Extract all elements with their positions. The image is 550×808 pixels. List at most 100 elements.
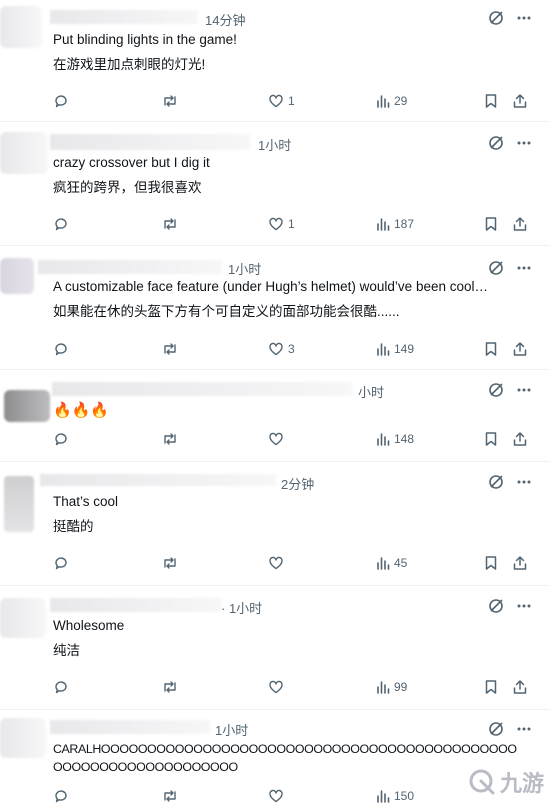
more-options-icon[interactable]: [516, 10, 532, 26]
share-button[interactable]: [512, 431, 528, 447]
grok-icon[interactable]: [488, 382, 504, 398]
timestamp[interactable]: 14分钟: [205, 10, 245, 29]
reply-post[interactable]: 1小时 crazy crossover but I dig it 疯狂的跨界，但…: [0, 122, 550, 246]
more-options-icon[interactable]: [516, 598, 532, 614]
more-options-icon[interactable]: [516, 135, 532, 151]
grok-icon[interactable]: [488, 721, 504, 737]
like-button[interactable]: 1: [268, 216, 295, 232]
share-button[interactable]: [512, 341, 528, 357]
avatar[interactable]: [0, 718, 46, 758]
share-icon: [513, 94, 527, 108]
repost-button[interactable]: [161, 788, 179, 804]
like-button[interactable]: [268, 555, 288, 571]
views-icon: [377, 790, 390, 803]
share-button[interactable]: [512, 216, 528, 232]
reply-button[interactable]: [53, 555, 69, 571]
timestamp[interactable]: · 1小时: [221, 598, 262, 617]
author-name[interactable]: [50, 720, 210, 734]
grok-icon[interactable]: [488, 474, 504, 490]
author-name[interactable]: [50, 10, 198, 24]
views-button[interactable]: 187: [376, 216, 414, 232]
avatar[interactable]: [0, 598, 46, 638]
views-button[interactable]: 148: [376, 431, 414, 447]
more-options-icon[interactable]: [516, 721, 532, 737]
reply-button[interactable]: [53, 216, 69, 232]
author-name[interactable]: [50, 134, 250, 150]
like-button[interactable]: 1: [268, 93, 295, 109]
repost-button[interactable]: [161, 679, 179, 695]
grok-icon[interactable]: [488, 598, 504, 614]
post-actions: 148: [0, 431, 550, 451]
share-button[interactable]: [512, 555, 528, 571]
reply-button[interactable]: [53, 679, 69, 695]
like-button[interactable]: [268, 679, 288, 695]
author-name[interactable]: [50, 598, 222, 612]
reply-post[interactable]: 2分钟 That’s cool 挺酷的 45: [0, 462, 550, 586]
views-button[interactable]: 29: [376, 93, 407, 109]
bookmark-button[interactable]: [484, 679, 498, 695]
grok-icon[interactable]: [488, 10, 504, 26]
views-button[interactable]: 99: [376, 679, 407, 695]
reply-feed: 14分钟 Put blinding lights in the game! 在游…: [0, 0, 550, 806]
more-options-icon[interactable]: [516, 260, 532, 276]
reply-post[interactable]: 14分钟 Put blinding lights in the game! 在游…: [0, 0, 550, 122]
bookmark-button[interactable]: [484, 341, 498, 357]
views-button[interactable]: 150: [376, 788, 414, 804]
like-button[interactable]: 3: [268, 341, 295, 357]
post-text-line: That’s cool: [53, 494, 119, 509]
reply-button[interactable]: [53, 788, 69, 804]
view-count: 149: [394, 342, 415, 356]
timestamp[interactable]: 1小时: [258, 135, 291, 154]
reply-button[interactable]: [53, 93, 69, 109]
repost-icon: [164, 218, 176, 230]
bookmark-button[interactable]: [484, 216, 498, 232]
views-button[interactable]: 149: [376, 341, 414, 357]
post-text-line: crazy crossover but I dig it: [53, 155, 210, 170]
views-button[interactable]: 45: [376, 555, 407, 571]
avatar[interactable]: [0, 132, 48, 174]
share-button[interactable]: [512, 679, 528, 695]
repost-button[interactable]: [161, 216, 179, 232]
view-count: 187: [394, 217, 415, 231]
reply-button[interactable]: [53, 431, 69, 447]
bookmark-button[interactable]: [484, 431, 498, 447]
timestamp[interactable]: 1小时: [228, 259, 261, 278]
watermark-text: 九游: [499, 772, 544, 797]
repost-icon: [164, 557, 176, 569]
repost-button[interactable]: [161, 341, 179, 357]
avatar[interactable]: [4, 476, 34, 532]
post-text-line: 纯洁: [53, 643, 80, 658]
author-name[interactable]: [40, 474, 276, 486]
timestamp[interactable]: 1小时: [215, 720, 248, 739]
reply-post[interactable]: 小时 🔥🔥🔥 148: [0, 370, 550, 462]
like-button[interactable]: [268, 431, 288, 447]
share-button[interactable]: [512, 93, 528, 109]
repost-button[interactable]: [161, 431, 179, 447]
post-actions: 1 187: [0, 216, 550, 236]
share-icon: [513, 342, 527, 356]
avatar[interactable]: [0, 6, 42, 48]
reply-post[interactable]: 1小时 A customizable face feature (under H…: [0, 246, 550, 370]
reply-button[interactable]: [53, 341, 69, 357]
author-name[interactable]: [52, 382, 352, 396]
timestamp[interactable]: 小时: [358, 382, 384, 401]
repost-icon: [164, 343, 176, 355]
reply-post[interactable]: · 1小时 Wholesome 纯洁 99: [0, 586, 550, 710]
timestamp[interactable]: 2分钟: [281, 474, 314, 493]
repost-button[interactable]: [161, 555, 179, 571]
avatar[interactable]: [4, 390, 50, 422]
grok-icon[interactable]: [488, 260, 504, 276]
avatar[interactable]: [0, 258, 34, 294]
bookmark-icon: [485, 217, 497, 231]
grok-icon[interactable]: [488, 135, 504, 151]
bookmark-button[interactable]: [484, 555, 498, 571]
more-options-icon[interactable]: [516, 474, 532, 490]
bookmark-button[interactable]: [484, 93, 498, 109]
repost-icon: [164, 790, 176, 802]
more-options-icon[interactable]: [516, 382, 532, 398]
post-text-line: Put blinding lights in the game!: [53, 32, 237, 47]
like-button[interactable]: [268, 788, 288, 804]
author-name[interactable]: [38, 260, 222, 274]
repost-button[interactable]: [161, 93, 179, 109]
post-text-line: 疯狂的跨界，但我很喜欢: [53, 180, 202, 195]
